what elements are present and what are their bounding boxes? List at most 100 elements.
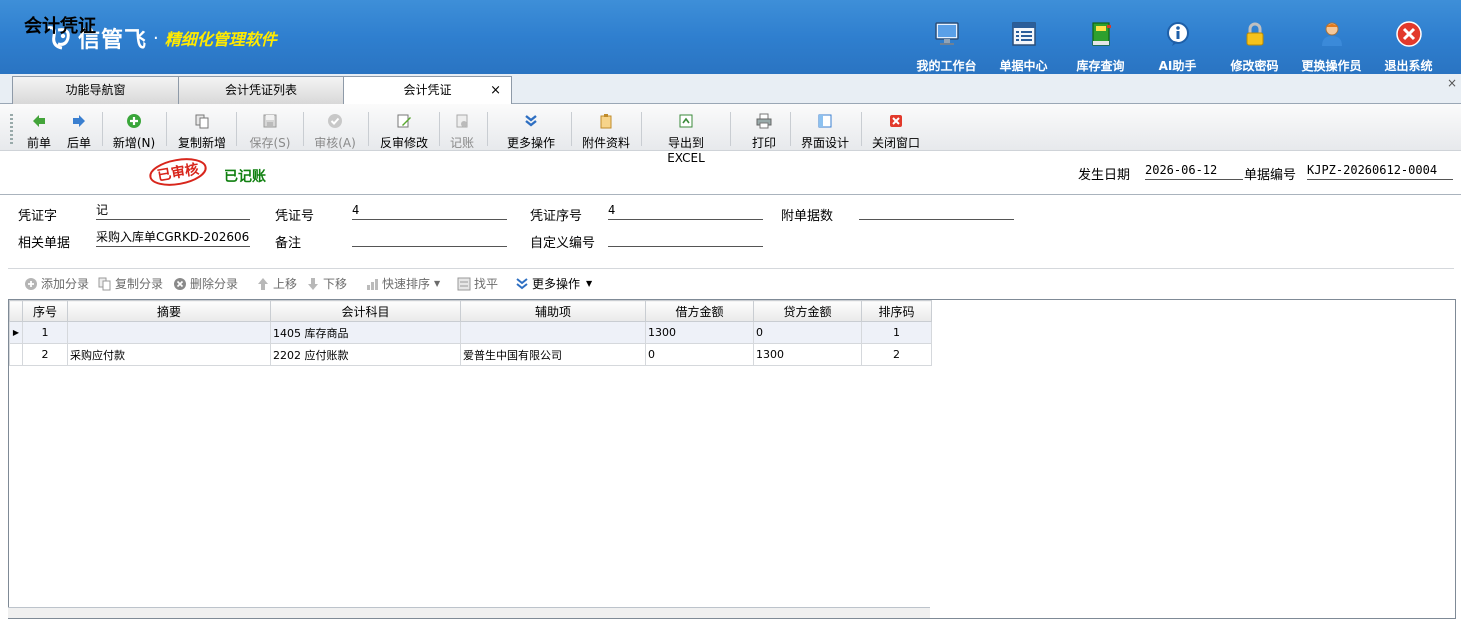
toolbar-separator <box>790 112 791 146</box>
status-posted: 已记账 <box>224 169 266 185</box>
more-actions-button[interactable]: 更多操作 <box>496 110 566 150</box>
cell-summary[interactable] <box>67 321 271 344</box>
col-header-credit[interactable]: 贷方金额 <box>753 300 862 322</box>
attach-count-field[interactable] <box>859 203 1014 220</box>
col-header-summary[interactable]: 摘要 <box>67 300 271 322</box>
nav-document-center[interactable]: 单据中心 <box>985 20 1062 74</box>
entry-grid: 序号 摘要 会计科目 辅助项 借方金额 贷方金额 排序码 ▶ 1 1405 库存… <box>8 299 1456 619</box>
current-row-indicator-icon: ▶ <box>9 321 23 344</box>
tab-voucher-list[interactable]: 会计凭证列表 <box>178 76 344 104</box>
next-button[interactable]: 后单 <box>64 110 94 150</box>
nav-exit-system[interactable]: 退出系统 <box>1370 20 1447 74</box>
billno-field[interactable]: KJPZ-20260612-0004 <box>1307 163 1453 180</box>
table-row[interactable]: ▶ 1 1405 库存商品 1300 0 1 <box>9 321 932 344</box>
cell-credit[interactable]: 1300 <box>753 343 862 366</box>
print-button[interactable]: 打印 <box>740 110 788 150</box>
prev-button[interactable]: 前单 <box>24 110 54 150</box>
cell-sort[interactable]: 1 <box>861 321 932 344</box>
tab-accounting-voucher[interactable]: 会计凭证 × <box>343 76 512 105</box>
cell-debit[interactable]: 1300 <box>645 321 754 344</box>
delete-entry-button[interactable]: 删除分录 <box>173 275 238 292</box>
nav-label: 库存查询 <box>1076 59 1125 73</box>
app-header: 信管飞 · 精细化管理软件 我的工作台 单据中心 库存查询 AI助手 修改密码 … <box>0 0 1461 74</box>
col-header-account[interactable]: 会计科目 <box>270 300 461 322</box>
toolbar-separator <box>303 112 304 146</box>
date-field[interactable]: 2026-06-12 <box>1145 163 1243 180</box>
nav-label: 更换操作员 <box>1301 59 1362 73</box>
cell-credit[interactable]: 0 <box>753 321 862 344</box>
quick-sort-button[interactable]: 快速排序 ▼ <box>365 275 440 292</box>
tab-close-icon[interactable]: × <box>490 77 501 104</box>
add-entry-button[interactable]: 添加分录 <box>24 275 89 292</box>
custom-no-field[interactable] <box>608 230 763 247</box>
save-disk-icon <box>263 114 277 128</box>
ledger-book-icon <box>1091 22 1111 46</box>
post-label: 记账 <box>449 136 474 150</box>
row-indicator <box>9 343 23 366</box>
related-doc-field[interactable]: 采购入库单CGRKD-2026061 <box>96 230 250 247</box>
tab-function-navigator[interactable]: 功能导航窗 <box>12 76 179 104</box>
col-header-debit[interactable]: 借方金额 <box>645 300 754 322</box>
voucher-seq-field[interactable]: 4 <box>608 203 763 220</box>
cell-debit[interactable]: 0 <box>645 343 754 366</box>
nav-label: 我的工作台 <box>916 59 977 73</box>
cell-summary[interactable]: 采购应付款 <box>67 343 271 366</box>
col-header-sort[interactable]: 排序码 <box>861 300 932 322</box>
cell-seq[interactable]: 1 <box>22 321 68 344</box>
cell-seq[interactable]: 2 <box>22 343 68 366</box>
col-header-seq[interactable]: 序号 <box>22 300 68 322</box>
toolbar-separator <box>166 112 167 146</box>
delete-entry-label: 删除分录 <box>190 277 239 291</box>
unaudit-button[interactable]: 反审修改 <box>378 110 430 150</box>
balance-label: 找平 <box>474 277 499 291</box>
voucher-word-field[interactable]: 记 <box>96 203 250 220</box>
remark-label: 备注 <box>275 236 302 251</box>
post-document-icon <box>456 114 468 128</box>
cell-aux[interactable]: 爱普生中国有限公司 <box>460 343 646 366</box>
nav-label: AI助手 <box>1158 59 1197 73</box>
nav-change-password[interactable]: 修改密码 <box>1216 20 1293 74</box>
attachments-button[interactable]: 附件资料 <box>580 110 632 150</box>
ui-design-button[interactable]: 界面设计 <box>800 110 850 150</box>
new-button[interactable]: 新增(N) <box>110 110 158 150</box>
copy-entry-button[interactable]: 复制分录 <box>98 275 163 292</box>
close-window-button[interactable]: 关闭窗口 <box>870 110 922 150</box>
voucher-no-field[interactable]: 4 <box>352 203 507 220</box>
remark-field[interactable] <box>352 230 507 247</box>
nav-switch-operator[interactable]: 更换操作员 <box>1293 20 1370 74</box>
col-header-aux[interactable]: 辅助项 <box>460 300 646 322</box>
balance-button[interactable]: 找平 <box>457 275 498 292</box>
export-excel-button[interactable]: 导出到EXCEL <box>650 110 722 165</box>
save-button[interactable]: 保存(S) <box>246 110 294 150</box>
info-bubble-icon <box>1166 22 1189 46</box>
save-label: 保存(S) <box>249 136 291 150</box>
audit-button[interactable]: 审核(A) <box>312 110 358 150</box>
custom-no-label: 自定义编号 <box>530 236 596 251</box>
grid-summary-row <box>8 607 930 618</box>
nav-inventory-query[interactable]: 库存查询 <box>1062 20 1139 74</box>
move-down-button[interactable]: 下移 <box>306 275 347 292</box>
cell-account[interactable]: 2202 应付账款 <box>270 343 461 366</box>
related-doc-label: 相关单据 <box>18 236 71 251</box>
copy-new-button[interactable]: 复制新增 <box>175 110 229 150</box>
move-up-button[interactable]: 上移 <box>256 275 297 292</box>
cell-sort[interactable]: 2 <box>861 343 932 366</box>
cell-aux[interactable] <box>460 321 646 344</box>
main-toolbar: 前单 后单 新增(N) 复制新增 保存(S) 审核(A) 反审修改 记账 更多操… <box>0 104 1461 165</box>
monitor-icon <box>934 22 959 45</box>
excel-export-icon <box>679 114 693 128</box>
table-row[interactable]: 2 采购应付款 2202 应付账款 爱普生中国有限公司 0 1300 2 <box>9 343 932 366</box>
nav-ai-assistant[interactable]: AI助手 <box>1139 20 1216 74</box>
billno-label: 单据编号 <box>1244 168 1297 183</box>
prev-label: 前单 <box>26 136 51 150</box>
arrow-down-icon <box>308 277 318 290</box>
nav-my-workbench[interactable]: 我的工作台 <box>908 20 985 74</box>
nav-label: 修改密码 <box>1230 59 1279 73</box>
post-button[interactable]: 记账 <box>448 110 476 150</box>
unaudit-label: 反审修改 <box>379 136 428 150</box>
entry-more-actions-label: 更多操作 <box>532 277 581 291</box>
entry-more-actions-button[interactable]: 更多操作 ▼ <box>515 275 592 292</box>
audit-label: 审核(A) <box>314 136 356 150</box>
cell-account[interactable]: 1405 库存商品 <box>270 321 461 344</box>
window-close-icon[interactable]: × <box>1447 76 1457 90</box>
